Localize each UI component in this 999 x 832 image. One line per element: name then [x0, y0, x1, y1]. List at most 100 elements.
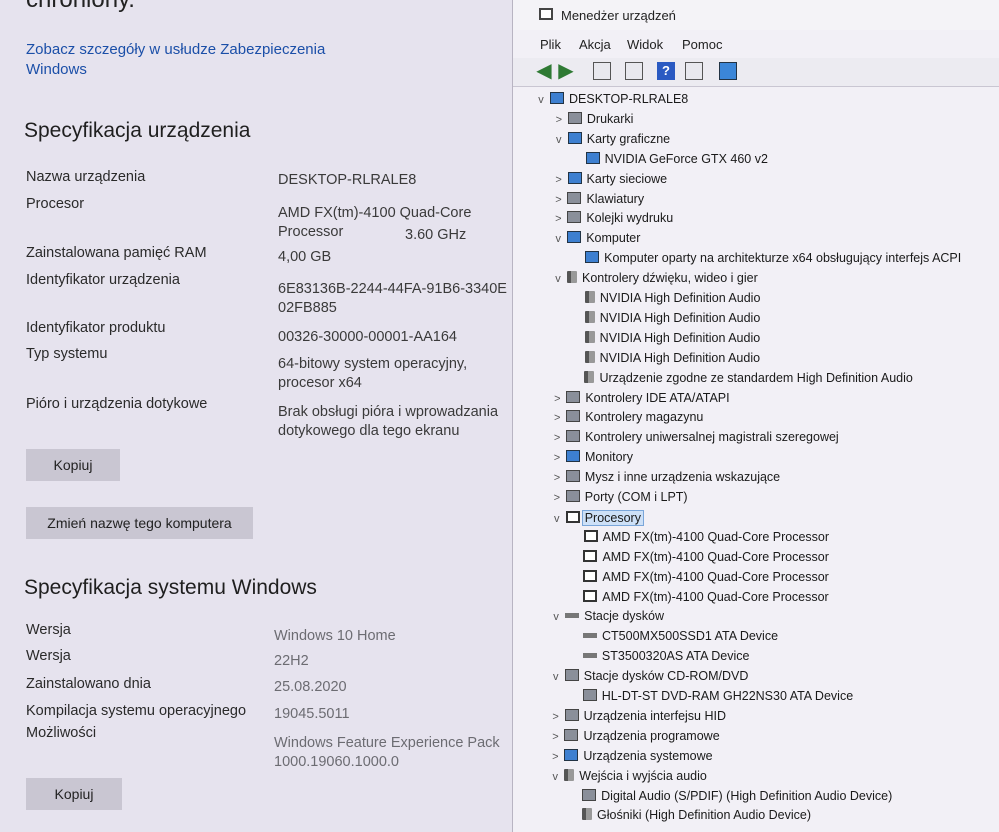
tree-item[interactable]: v Stacje dysków CD-ROM/DVD	[550, 669, 748, 687]
back-arrow-icon[interactable]: ◀	[535, 61, 553, 81]
device-cpu-icon	[583, 549, 598, 562]
expand-chevron-icon[interactable]: >	[549, 751, 561, 763]
processor-speed: 3.60 GHz	[405, 227, 467, 243]
tree-item-label: Urządzenie zgodne ze standardem High Def…	[599, 370, 913, 385]
tree-item-label: NVIDIA High Definition Audio	[599, 310, 761, 325]
tree-item[interactable]: v Komputer	[552, 231, 640, 249]
device-snd-icon	[584, 350, 595, 363]
tree-item[interactable]: v Wejścia i wyjścia audio	[549, 768, 707, 787]
collapse-chevron-icon[interactable]: v	[549, 771, 561, 783]
tree-item[interactable]: NVIDIA High Definition Audio	[570, 330, 760, 349]
properties-icon[interactable]	[593, 62, 611, 80]
tree-item-label: DESKTOP-RLRALE8	[569, 92, 689, 106]
tree-item[interactable]: Komputer oparty na architekturze x64 obs…	[570, 251, 961, 269]
expand-chevron-icon[interactable]: >	[549, 731, 561, 743]
device-gpu-icon	[567, 131, 582, 144]
tree-item[interactable]: > Mysz i inne urządzenia wskazujące	[551, 470, 780, 488]
expand-chevron-icon[interactable]: >	[552, 213, 564, 225]
system-type-value: 64-bitowy system operacyjny, procesor x6…	[278, 356, 468, 391]
menu-view[interactable]: Widok	[627, 37, 663, 52]
collapse-chevron-icon[interactable]: v	[552, 273, 564, 285]
collapse-chevron-icon[interactable]: v	[550, 611, 562, 623]
tree-item-label: Komputer	[586, 231, 641, 246]
tree-item[interactable]: ST3500320AS ATA Device	[568, 649, 749, 667]
tree-item[interactable]: v Stacje dysków	[550, 609, 664, 627]
expand-chevron-icon[interactable]: >	[551, 452, 563, 464]
copy-device-spec-button[interactable]: Kopiuj	[26, 449, 120, 481]
tree-item[interactable]: NVIDIA High Definition Audio	[570, 310, 761, 329]
help-icon[interactable]: ?	[657, 62, 675, 80]
device-pc-icon	[566, 450, 581, 463]
collapse-chevron-icon[interactable]: v	[535, 94, 547, 106]
device-cpu-icon	[565, 510, 580, 523]
device-gray-icon	[567, 211, 582, 224]
device-snd-icon	[584, 330, 595, 343]
expand-chevron-icon[interactable]: >	[553, 174, 565, 186]
expand-chevron-icon[interactable]: >	[552, 194, 564, 206]
tree-item[interactable]: HL-DT-ST DVD-RAM GH22NS30 ATA Device	[568, 689, 853, 707]
tree-item[interactable]: v Procesory	[551, 509, 644, 528]
tree-item[interactable]: v Kontrolery dźwięku, wideo i gier	[552, 271, 758, 289]
expand-chevron-icon[interactable]: >	[551, 393, 563, 405]
expand-chevron-icon[interactable]: >	[551, 472, 563, 484]
tree-item[interactable]: AMD FX(tm)-4100 Quad-Core Processor	[569, 529, 829, 548]
device-pc-icon	[567, 231, 582, 244]
about-settings-pane: chroniony. Zobacz szczegóły w usłudze Za…	[0, 0, 512, 832]
tree-item[interactable]: > Monitory	[551, 450, 633, 468]
menu-file[interactable]: Plik	[540, 37, 561, 52]
collapse-chevron-icon[interactable]: v	[551, 513, 563, 525]
forward-arrow-icon[interactable]: ▶	[557, 61, 575, 81]
tree-item[interactable]: > Klawiatury	[552, 191, 644, 210]
expand-chevron-icon[interactable]: >	[551, 432, 563, 444]
view-icon[interactable]	[625, 62, 643, 80]
tree-item[interactable]: AMD FX(tm)-4100 Quad-Core Processor	[568, 549, 829, 568]
tree-item[interactable]: NVIDIA High Definition Audio	[570, 291, 760, 309]
expand-chevron-icon[interactable]: >	[551, 492, 563, 504]
device-snd-icon	[582, 808, 593, 821]
tree-item[interactable]: > Urządzenia programowe	[549, 728, 720, 747]
security-details-link[interactable]: Zobacz szczegóły w usłudze Zabezpieczeni…	[26, 40, 346, 80]
tree-item[interactable]: CT500MX500SSD1 ATA Device	[568, 629, 778, 647]
tree-item[interactable]: > Kontrolery uniwersalnej magistrali szer…	[551, 430, 839, 448]
device-snd-icon	[567, 271, 577, 284]
tree-item[interactable]: Digital Audio (S/PDIF) (High Definition …	[567, 788, 893, 807]
tree-item-label: AMD FX(tm)-4100 Quad-Core Processor	[602, 589, 829, 604]
expand-chevron-icon[interactable]: >	[550, 711, 562, 723]
device-gray-icon	[566, 410, 581, 423]
device-gray-icon	[565, 490, 580, 502]
tree-item-label: Digital Audio (S/PDIF) (High Definition …	[601, 788, 893, 803]
tree-item[interactable]: > Drukarki	[553, 111, 633, 130]
collapse-chevron-icon[interactable]: v	[552, 233, 564, 245]
rename-pc-button[interactable]: Zmień nazwę tego komputera	[26, 507, 253, 539]
tree-item[interactable]: v Karty graficzne	[553, 131, 670, 150]
collapse-chevron-icon[interactable]: v	[550, 671, 562, 683]
tree-item[interactable]: > Kontrolery magazynu	[551, 410, 703, 428]
expand-chevron-icon[interactable]: >	[551, 412, 563, 424]
tree-item[interactable]: > Kolejki wydruku	[552, 211, 673, 229]
device-snd-icon	[584, 291, 595, 303]
menu-action[interactable]: Akcja	[579, 37, 611, 52]
menu-help[interactable]: Pomoc	[682, 37, 722, 52]
details-icon[interactable]	[685, 62, 703, 80]
tree-item[interactable]: NVIDIA High Definition Audio	[570, 350, 760, 369]
tree-item[interactable]: > Karty sieciowe	[553, 171, 667, 190]
device-disk-icon	[565, 613, 580, 619]
tree-item[interactable]: > Urządzenia systemowe	[549, 748, 713, 767]
tree-item-label: Stacje dysków	[584, 609, 665, 624]
tree-item-label: CT500MX500SSD1 ATA Device	[602, 629, 779, 644]
collapse-chevron-icon[interactable]: v	[553, 134, 565, 146]
tree-item[interactable]: NVIDIA GeForce GTX 460 v2	[571, 151, 768, 170]
tree-item[interactable]: Głośniki (High Definition Audio Device)	[567, 808, 811, 826]
device-gray-icon	[582, 788, 597, 801]
tree-item[interactable]: > Porty (COM i LPT)	[551, 490, 688, 508]
tree-item[interactable]: v DESKTOP-RLRALE8	[535, 92, 688, 110]
tree-item[interactable]: AMD FX(tm)-4100 Quad-Core Processor	[568, 589, 829, 608]
experience-value: Windows Feature Experience Pack 1000.190…	[274, 735, 500, 770]
tree-item[interactable]: AMD FX(tm)-4100 Quad-Core Processor	[568, 569, 829, 588]
expand-chevron-icon[interactable]: >	[553, 114, 565, 126]
monitor-icon[interactable]	[719, 62, 737, 80]
tree-item[interactable]: Urządzenie zgodne ze standardem High Def…	[569, 370, 913, 389]
tree-item[interactable]: > Kontrolery IDE ATA/ATAPI	[551, 390, 730, 409]
tree-item[interactable]: > Urządzenia interfejsu HID	[550, 708, 726, 727]
copy-windows-spec-button[interactable]: Kopiuj	[26, 778, 122, 810]
